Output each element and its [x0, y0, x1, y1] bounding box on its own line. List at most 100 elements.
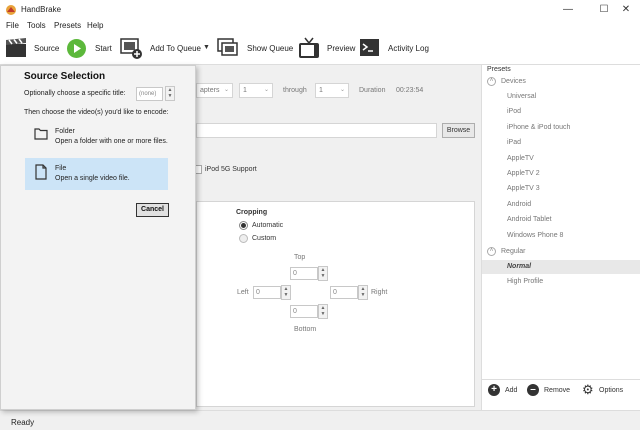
options-button[interactable]: Options	[599, 387, 623, 394]
browse-button[interactable]: Browse	[442, 123, 475, 138]
automatic-label: Automatic	[252, 222, 284, 229]
remove-preset-button[interactable]: Remove	[544, 387, 570, 394]
menu-tools[interactable]: Tools	[27, 21, 46, 30]
crop-right-stepper[interactable]: ▲ ▼	[358, 285, 368, 300]
start-label[interactable]: Start	[95, 44, 112, 53]
preset-item-appletv-2[interactable]: AppleTV 2	[507, 170, 540, 177]
collapse-regular-icon[interactable]: ˄	[487, 247, 496, 256]
clapperboard-icon	[6, 38, 26, 57]
queue-icon	[217, 38, 238, 56]
crop-bottom-stepper[interactable]: ▲ ▼	[318, 304, 328, 319]
crop-left-input[interactable]: 0	[253, 286, 281, 299]
preset-item-iphone[interactable]: iPhone & iPod touch	[507, 124, 570, 131]
source-selection-panel: Source Selection Optionally choose a spe…	[0, 65, 196, 410]
radio-dot-icon	[241, 223, 246, 228]
toolbar: Source Start Add To Queue ▼ Show Queue P…	[0, 33, 640, 65]
menu-help[interactable]: Help	[87, 21, 103, 30]
crop-left-stepper[interactable]: ▲ ▼	[281, 285, 291, 300]
destination-input[interactable]	[196, 123, 437, 138]
status-bar: Ready	[0, 410, 640, 430]
presets-divider	[482, 379, 640, 380]
file-option-desc: Open a single video file.	[55, 175, 130, 182]
folder-option-title: Folder	[55, 128, 75, 135]
source-button[interactable]	[5, 38, 27, 58]
title-bar: HandBrake — ☐ ✕	[0, 0, 640, 20]
ipod-label: iPod 5G Support	[205, 166, 257, 173]
custom-label: Custom	[252, 235, 277, 242]
collapse-devices-icon[interactable]: ˄	[487, 77, 496, 86]
preset-item-selected-bg	[482, 260, 640, 274]
menu-bar: File Tools Presets Help	[0, 20, 640, 33]
crop-bottom-label: Bottom	[294, 326, 317, 333]
folder-option-desc: Open a folder with one or more files.	[55, 138, 168, 145]
cropping-title: Cropping	[236, 209, 268, 216]
preset-item-windows-phone-8[interactable]: Windows Phone 8	[507, 232, 563, 239]
show-queue-button[interactable]	[217, 38, 241, 60]
preview-button[interactable]	[298, 37, 320, 60]
title-number-stepper[interactable]: ▲ ▼	[165, 86, 175, 101]
close-button[interactable]: ✕	[608, 0, 640, 20]
crop-top-input[interactable]: 0	[290, 267, 318, 280]
preset-group-devices[interactable]: Devices	[501, 78, 526, 85]
minimize-button[interactable]: —	[550, 0, 586, 20]
picture-settings-panel: Cropping Automatic Custom Top 0 ▲ ▼ Left …	[196, 201, 475, 407]
chapter-to-value: 1	[319, 87, 323, 94]
chapters-combo-value: apters	[200, 87, 220, 94]
preset-item-high-profile[interactable]: High Profile	[507, 278, 543, 285]
preview-label[interactable]: Preview	[327, 44, 355, 53]
chapters-combo[interactable]: apters ⌄	[196, 83, 233, 98]
remove-preset-icon[interactable]: –	[527, 384, 539, 396]
add-queue-icon	[120, 38, 142, 59]
presets-title: Presets	[487, 66, 511, 73]
chapter-from-combo[interactable]: 1 ⌄	[239, 83, 273, 98]
duration-label: Duration	[359, 87, 386, 94]
add-to-queue-label[interactable]: Add To Queue	[150, 44, 201, 53]
menu-file[interactable]: File	[6, 21, 19, 30]
preset-item-ipod[interactable]: iPod	[507, 108, 521, 115]
preset-item-android[interactable]: Android	[507, 201, 531, 208]
crop-bottom-input[interactable]: 0	[290, 305, 318, 318]
source-label[interactable]: Source	[34, 44, 59, 53]
source-selection-title: Source Selection	[24, 71, 106, 82]
add-preset-icon[interactable]: +	[488, 384, 500, 396]
ipod-checkbox[interactable]	[196, 165, 202, 174]
preset-item-normal[interactable]: Normal	[507, 263, 531, 270]
file-option-title: File	[55, 165, 67, 172]
crop-top-label: Top	[294, 254, 306, 261]
crop-left-label: Left	[237, 289, 249, 296]
title-prompt: Optionally choose a specific title:	[24, 90, 126, 97]
preset-group-regular[interactable]: Regular	[501, 248, 526, 255]
file-icon	[35, 164, 47, 180]
preset-item-ipad[interactable]: iPad	[507, 139, 521, 146]
preset-item-appletv[interactable]: AppleTV	[507, 155, 534, 162]
crop-right-input[interactable]: 0	[330, 286, 358, 299]
cancel-button[interactable]: Cancel	[136, 203, 169, 217]
activity-log-button[interactable]	[360, 39, 379, 56]
start-button[interactable]	[67, 39, 86, 58]
handbrake-logo-icon	[6, 5, 16, 15]
add-preset-button[interactable]: Add	[505, 387, 517, 394]
custom-radio[interactable]	[239, 234, 248, 243]
preset-item-appletv-3[interactable]: AppleTV 3	[507, 185, 540, 192]
folder-icon	[34, 128, 48, 140]
activity-log-label[interactable]: Activity Log	[388, 44, 429, 53]
menu-presets[interactable]: Presets	[54, 21, 81, 30]
duration-value: 00:23:54	[396, 87, 424, 94]
crop-top-stepper[interactable]: ▲ ▼	[318, 266, 328, 281]
title-number-input[interactable]: (none)	[136, 87, 163, 101]
through-label: through	[283, 87, 307, 94]
status-text: Ready	[11, 418, 35, 427]
automatic-radio[interactable]	[239, 221, 248, 230]
file-option[interactable]: File Open a single video file.	[25, 158, 168, 190]
main-panel: apters ⌄ 1 ⌄ through 1 ⌄ Duration 00:23:54 …	[196, 65, 481, 410]
show-queue-label[interactable]: Show Queue	[247, 44, 293, 53]
chevron-down-icon[interactable]: ▼	[203, 44, 210, 51]
chapter-to-combo[interactable]: 1 ⌄	[315, 83, 349, 98]
gear-icon[interactable]: ⚙	[582, 382, 594, 398]
crop-right-label: Right	[371, 289, 388, 296]
add-to-queue-button[interactable]	[120, 38, 143, 60]
tv-icon	[299, 37, 319, 58]
folder-option[interactable]: Folder Open a folder with one or more fi…	[25, 121, 168, 153]
preset-item-universal[interactable]: Universal	[507, 93, 536, 100]
preset-item-android-tablet[interactable]: Android Tablet	[507, 216, 552, 223]
